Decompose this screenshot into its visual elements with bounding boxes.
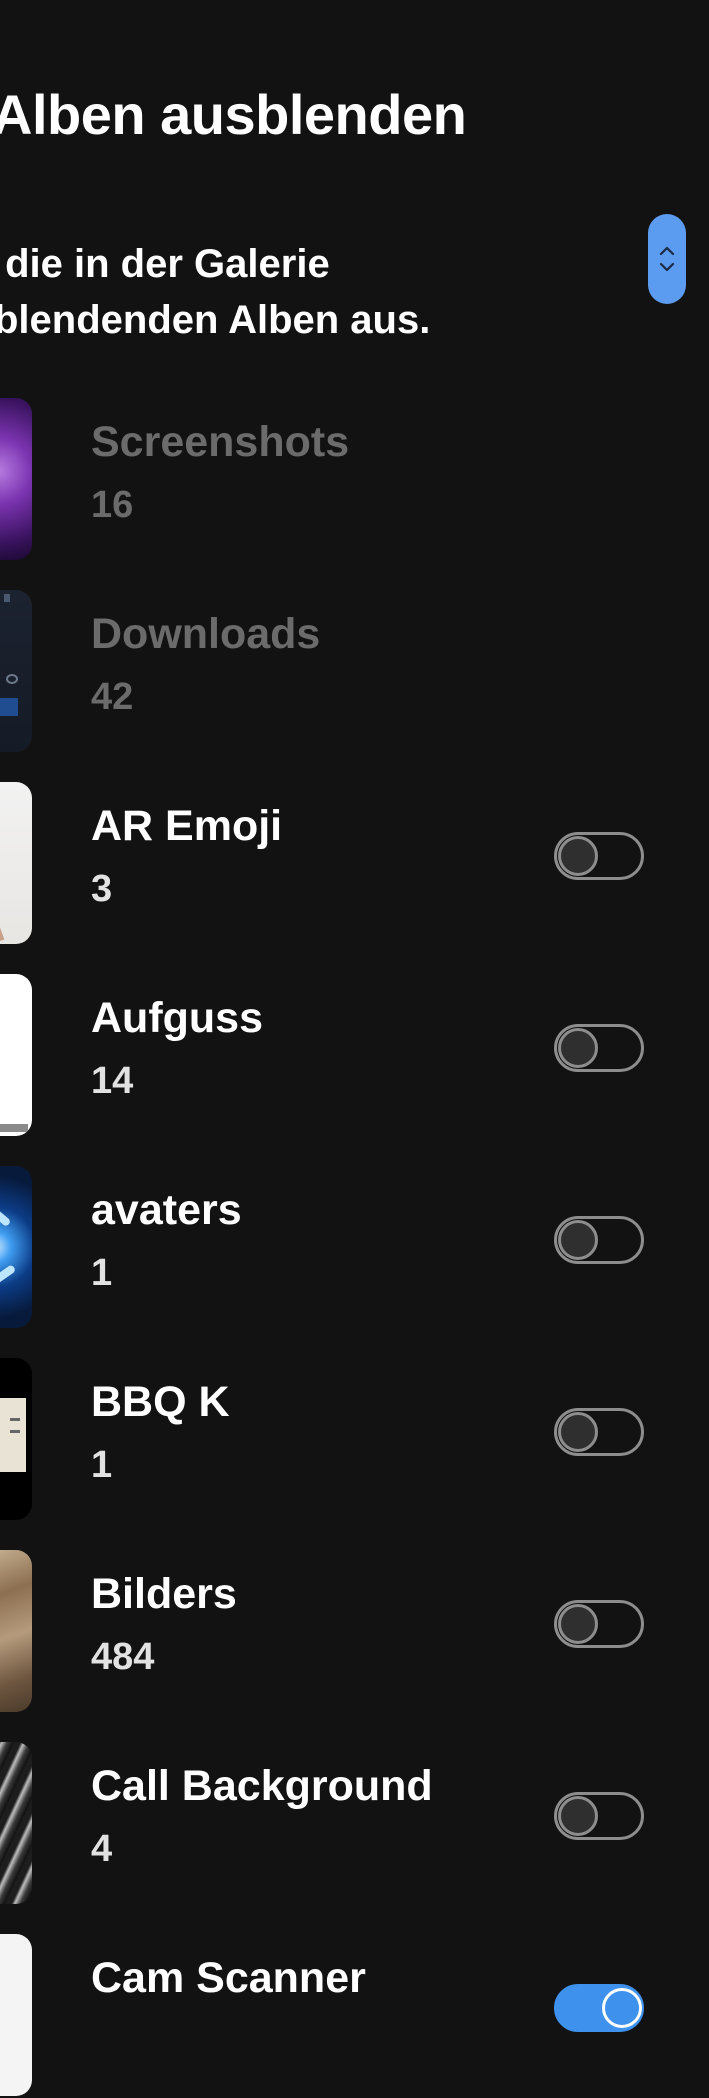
hide-album-toggle[interactable]	[554, 1408, 644, 1456]
description-line-2: blendenden Alben aus.	[0, 298, 431, 342]
album-thumbnail	[0, 1166, 32, 1328]
hide-album-toggle[interactable]	[554, 832, 644, 880]
album-count: 16	[91, 484, 134, 526]
album-thumbnail	[0, 590, 32, 752]
album-row-bbq-k[interactable]: BBQ K 1	[0, 1346, 709, 1522]
page-title: Alben ausblenden	[0, 83, 467, 146]
toggle-knob	[558, 836, 598, 876]
album-thumbnail	[0, 1550, 32, 1712]
album-thumbnail	[0, 1358, 32, 1520]
album-row-aufguss[interactable]: Aufguss 14	[0, 962, 709, 1138]
chevron-down-icon	[659, 262, 675, 272]
album-name: AR Emoji	[91, 802, 283, 850]
album-thumbnail	[0, 782, 32, 944]
fast-scroll-handle[interactable]	[648, 214, 686, 304]
album-name: BBQ K	[91, 1378, 230, 1426]
album-thumbnail	[0, 974, 32, 1136]
toggle-knob	[558, 1604, 598, 1644]
album-row-ar-emoji[interactable]: AR Emoji 3	[0, 770, 709, 946]
hide-album-toggle[interactable]	[554, 1600, 644, 1648]
hide-album-toggle[interactable]	[554, 1024, 644, 1072]
album-count: 14	[91, 1060, 134, 1102]
album-row-screenshots: Screenshots 16	[0, 386, 709, 562]
album-name: Downloads	[91, 610, 321, 658]
toggle-knob	[558, 1412, 598, 1452]
album-count: 1	[91, 1444, 113, 1486]
album-row-cam-scanner[interactable]: Cam Scanner	[0, 1922, 709, 2098]
hide-album-toggle[interactable]	[554, 1792, 644, 1840]
toggle-knob	[558, 1028, 598, 1068]
album-count: 42	[91, 676, 134, 718]
album-count: 3	[91, 868, 113, 910]
toggle-knob	[558, 1796, 598, 1836]
album-name: Cam Scanner	[91, 1954, 366, 2002]
page-description: die in der Galerie blendenden Alben aus.	[0, 236, 430, 348]
album-row-call-background[interactable]: Call Background 4	[0, 1730, 709, 1906]
album-row-downloads: Downloads 42	[0, 578, 709, 754]
toggle-knob	[558, 1220, 598, 1260]
album-name: Bilders	[91, 1570, 237, 1618]
album-name: Call Background	[91, 1762, 433, 1810]
hide-album-toggle[interactable]	[554, 1984, 644, 2032]
hide-album-toggle[interactable]	[554, 1216, 644, 1264]
album-name: Screenshots	[91, 418, 350, 466]
album-name: avaters	[91, 1186, 242, 1234]
album-count: 484	[91, 1636, 155, 1678]
album-thumbnail	[0, 1742, 32, 1904]
album-row-bilders[interactable]: Bilders 484	[0, 1538, 709, 1714]
album-thumbnail	[0, 1934, 32, 2096]
description-line-1: die in der Galerie	[0, 242, 330, 286]
album-row-avaters[interactable]: avaters 1	[0, 1154, 709, 1330]
album-name: Aufguss	[91, 994, 263, 1042]
toggle-knob	[602, 1988, 642, 2028]
album-count: 1	[91, 1252, 113, 1294]
album-thumbnail	[0, 398, 32, 560]
chevron-up-icon	[659, 246, 675, 256]
album-count: 4	[91, 1828, 113, 1870]
